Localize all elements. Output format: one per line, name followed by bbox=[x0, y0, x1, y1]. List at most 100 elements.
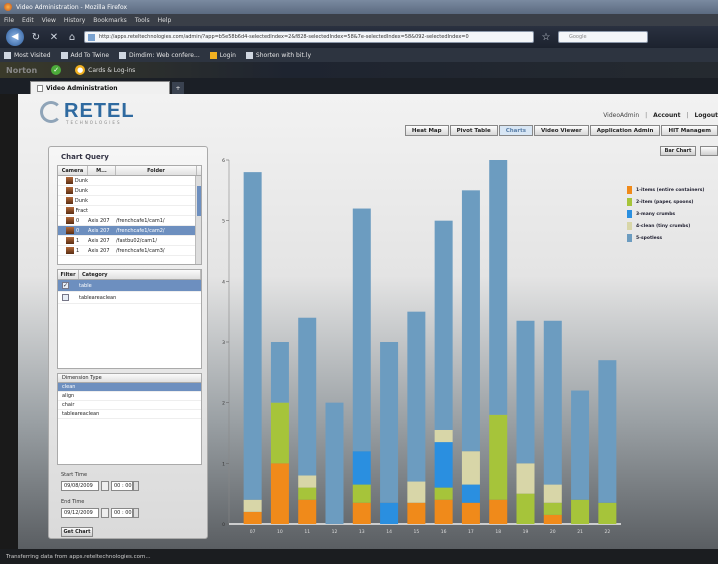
checkmark-icon[interactable]: ✓ bbox=[51, 65, 62, 75]
bookmark-add-to-twine[interactable]: Add To Twine bbox=[60, 51, 109, 59]
camera-row[interactable]: 0 Axis 207/frenchcafe1/cam2/ bbox=[58, 226, 201, 236]
menu-help[interactable]: Help bbox=[158, 17, 172, 24]
bar-segment bbox=[434, 429, 453, 443]
camera-media: Axis 207 bbox=[88, 217, 110, 224]
end-calendar-icon[interactable] bbox=[101, 508, 109, 518]
camera-row[interactable]: Dunk bbox=[58, 176, 201, 186]
legend-swatch bbox=[627, 234, 632, 242]
bookmark-dimdim[interactable]: Dimdim: Web confere... bbox=[119, 51, 200, 59]
home-icon[interactable]: ⌂ bbox=[66, 31, 78, 43]
camera-row[interactable]: Dunk bbox=[58, 186, 201, 196]
tab-application-admin[interactable]: Application Admin bbox=[589, 125, 661, 136]
bookmark-bitly[interactable]: Shorten with bit.ly bbox=[245, 51, 311, 59]
stacked-bar-chart: 012345607 10 11 12 13 14 15 16 17 18 19 20 21 22 bbox=[222, 158, 621, 535]
tab-title: Video Administration bbox=[46, 84, 118, 92]
end-time-stepper[interactable] bbox=[133, 508, 139, 518]
cards-login-button[interactable]: ● Cards & Log-ins bbox=[75, 65, 135, 75]
end-time-input[interactable]: 00 : 00 bbox=[111, 508, 133, 518]
bar-segment bbox=[543, 514, 562, 524]
menu-bar: File Edit View History Bookmarks Tools H… bbox=[0, 14, 718, 26]
column-category[interactable]: Category bbox=[79, 270, 201, 279]
stop-icon[interactable]: ✕ bbox=[48, 31, 60, 43]
column-media[interactable]: M... bbox=[88, 166, 116, 175]
dimension-item[interactable]: clean bbox=[58, 383, 201, 392]
legend-label: 5-spotless bbox=[636, 235, 663, 241]
camera-thumbnail-icon bbox=[66, 197, 73, 204]
y-tick-label: 6 bbox=[222, 158, 225, 164]
camera-media: Axis 207 bbox=[88, 237, 110, 244]
camera-thumbnail-icon bbox=[66, 207, 74, 214]
legend-label: 2-item (paper, spoons) bbox=[636, 199, 694, 205]
dimension-item[interactable]: chair bbox=[58, 401, 201, 410]
browser-tab[interactable]: Video Administration bbox=[30, 81, 170, 94]
camera-name: Fract bbox=[75, 207, 88, 214]
tab-video-viewer[interactable]: Video Viewer bbox=[534, 125, 589, 136]
x-tick-label: 16 bbox=[441, 529, 447, 535]
bar-segment bbox=[434, 442, 453, 488]
camera-row[interactable]: Dunk bbox=[58, 196, 201, 206]
bar-chart-button[interactable]: Bar Chart bbox=[660, 146, 696, 156]
bar-segment bbox=[571, 499, 590, 524]
filter-checkbox[interactable]: ✓ bbox=[62, 282, 69, 289]
start-time-stepper[interactable] bbox=[133, 481, 139, 491]
tab-hit-management[interactable]: HIT Managem bbox=[661, 125, 718, 136]
filter-row[interactable]: tableareaclean bbox=[58, 292, 201, 304]
url-bar[interactable]: http://apps.reteltechnologies.com/admin/… bbox=[84, 31, 534, 43]
bookmark-login[interactable]: Login bbox=[209, 51, 236, 59]
cards-icon: ● bbox=[75, 65, 86, 75]
filter-grid: Filter Category ✓ table tableareaclean bbox=[57, 269, 202, 369]
bar-segment bbox=[571, 390, 590, 500]
logout-link[interactable]: Logout bbox=[694, 112, 718, 119]
y-tick-label: 5 bbox=[222, 219, 225, 225]
reload-icon[interactable]: ↻ bbox=[30, 31, 42, 43]
back-button[interactable]: ◀ bbox=[6, 28, 24, 46]
filter-checkbox[interactable] bbox=[62, 294, 69, 301]
start-date-input[interactable]: 09/08/2009 bbox=[61, 481, 99, 491]
scroll-thumb[interactable] bbox=[197, 186, 201, 216]
bar-segment bbox=[543, 502, 562, 515]
chart-legend: 1-items (entire containers) 2-item (paper… bbox=[627, 184, 704, 244]
menu-edit[interactable]: Edit bbox=[22, 17, 34, 24]
search-field[interactable]: Google bbox=[558, 31, 648, 43]
camera-row[interactable]: 1 Axis 207/fastbu02/cam1/ bbox=[58, 236, 201, 246]
bar-segment bbox=[298, 317, 317, 476]
legend-item: 1-items (entire containers) bbox=[627, 184, 704, 196]
camera-grid-scrollbar[interactable] bbox=[195, 176, 201, 264]
y-tick-label: 4 bbox=[222, 279, 225, 285]
camera-row[interactable]: 0 Axis 207/frenchcafe1/cam1/ bbox=[58, 216, 201, 226]
end-date-input[interactable]: 09/12/2009 bbox=[61, 508, 99, 518]
chart-type-dropdown[interactable] bbox=[700, 146, 718, 156]
dimension-item[interactable]: tableareaclean bbox=[58, 410, 201, 419]
menu-file[interactable]: File bbox=[4, 17, 14, 24]
separator: | bbox=[645, 112, 648, 119]
filter-row[interactable]: ✓ table bbox=[58, 280, 201, 292]
tab-charts[interactable]: Charts bbox=[498, 125, 534, 136]
start-calendar-icon[interactable] bbox=[101, 481, 109, 491]
tab-pivot-table[interactable]: Pivot Table bbox=[449, 125, 498, 136]
separator: | bbox=[686, 112, 689, 119]
camera-thumbnail-icon bbox=[66, 177, 73, 184]
get-chart-button[interactable]: Get Chart bbox=[61, 527, 93, 537]
camera-row[interactable]: 1 Axis 207/frenchcafe1/cam3/ bbox=[58, 246, 201, 256]
dimension-item[interactable]: align bbox=[58, 392, 201, 401]
start-time-input[interactable]: 00 : 00 bbox=[111, 481, 133, 491]
column-camera[interactable]: Camera bbox=[58, 166, 88, 175]
bookmark-most-visited[interactable]: Most Visited bbox=[4, 51, 51, 59]
bookmark-icon bbox=[4, 51, 11, 59]
menu-tools[interactable]: Tools bbox=[135, 17, 150, 24]
menu-history[interactable]: History bbox=[64, 17, 85, 24]
bar-segment bbox=[352, 208, 371, 452]
new-tab-button[interactable]: + bbox=[172, 82, 184, 94]
menu-view[interactable]: View bbox=[42, 17, 56, 24]
camera-name: Dunk bbox=[74, 177, 88, 184]
camera-row[interactable]: Fract bbox=[58, 206, 201, 216]
camera-thumbnail-icon bbox=[66, 187, 73, 194]
bar-segment bbox=[352, 484, 371, 503]
navigation-toolbar: ◀ ↻ ✕ ⌂ http://apps.reteltechnologies.co… bbox=[0, 26, 718, 48]
column-folder[interactable]: Folder bbox=[116, 166, 197, 175]
account-link[interactable]: Account bbox=[653, 112, 680, 119]
column-filter[interactable]: Filter bbox=[58, 270, 79, 279]
tab-heat-map[interactable]: Heat Map bbox=[404, 125, 449, 136]
menu-bookmarks[interactable]: Bookmarks bbox=[93, 17, 127, 24]
star-icon[interactable]: ☆ bbox=[540, 31, 552, 43]
